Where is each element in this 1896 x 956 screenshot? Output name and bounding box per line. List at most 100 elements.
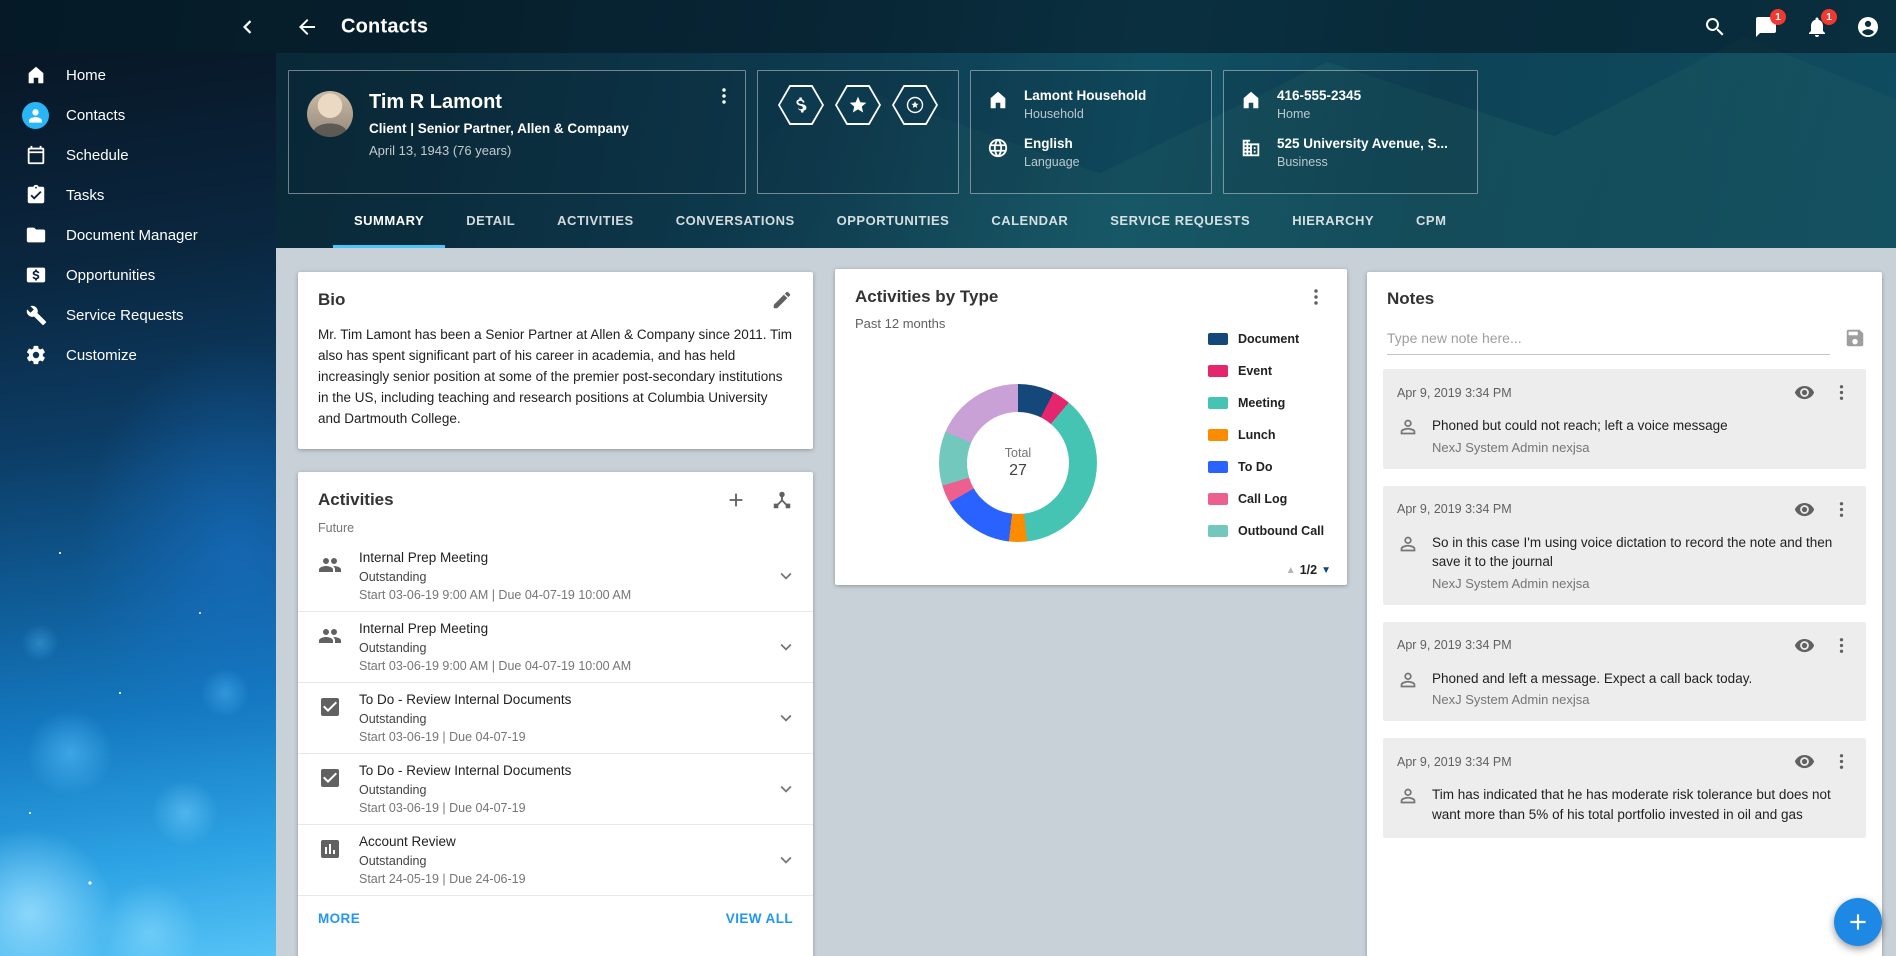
notes-title: Notes <box>1387 289 1862 309</box>
legend-item-meeting: Meeting <box>1208 387 1324 419</box>
sidebar-item-opportunities[interactable]: Opportunities <box>0 255 276 295</box>
activity-status: Outstanding <box>359 783 758 797</box>
view-note-button[interactable] <box>1794 635 1815 656</box>
activity-item[interactable]: Internal Prep Meeting Outstanding Start … <box>298 541 813 612</box>
activity-item[interactable]: Account Review Outstanding Start 24-05-1… <box>298 825 813 896</box>
sidebar-item-contacts[interactable]: Contacts <box>0 95 276 135</box>
tab-hierarchy[interactable]: HIERARCHY <box>1271 196 1395 248</box>
bio-title: Bio <box>318 290 747 310</box>
add-activity-button[interactable] <box>725 489 747 511</box>
search-button[interactable] <box>1703 15 1727 39</box>
language-label: Language <box>1024 155 1080 169</box>
sidebar-item-service-requests[interactable]: Service Requests <box>0 295 276 335</box>
new-note-input[interactable] <box>1387 321 1830 355</box>
tab-service-requests[interactable]: SERVICE REQUESTS <box>1089 196 1271 248</box>
expand-activity-button[interactable] <box>775 849 797 871</box>
activity-item[interactable]: To Do - Review Internal Documents Outsta… <box>298 754 813 825</box>
notes-list: Apr 9, 2019 3:34 PM Phoned but could not… <box>1367 369 1882 838</box>
search-icon <box>1703 15 1727 39</box>
contact-header: Tim R Lamont Client | Senior Partner, Al… <box>288 70 1478 194</box>
tab-summary[interactable]: SUMMARY <box>333 196 445 248</box>
activity-item[interactable]: To Do - Review Internal Documents Outsta… <box>298 683 813 754</box>
note-timestamp: Apr 9, 2019 3:34 PM <box>1397 755 1794 769</box>
plus-icon <box>1845 909 1871 935</box>
note-menu-button[interactable] <box>1831 635 1852 656</box>
note-menu-button[interactable] <box>1831 499 1852 520</box>
save-note-button[interactable] <box>1844 327 1866 349</box>
edit-bio-button[interactable] <box>771 289 793 311</box>
expand-activity-button[interactable] <box>775 778 797 800</box>
legend-item-lunch: Lunch <box>1208 419 1324 451</box>
household-card: Lamont Household Household English Langu… <box>970 70 1212 194</box>
legend-swatch <box>1208 525 1228 537</box>
view-note-button[interactable] <box>1794 382 1815 403</box>
contact-name: Tim R Lamont <box>369 91 629 114</box>
language-row[interactable]: English Language <box>987 136 1195 169</box>
tab-calendar[interactable]: CALENDAR <box>970 196 1089 248</box>
tab-conversations[interactable]: CONVERSATIONS <box>655 196 816 248</box>
expand-activity-button[interactable] <box>775 565 797 587</box>
sidebar-item-label: Opportunities <box>66 267 155 284</box>
sidebar-item-document-manager[interactable]: Document Manager <box>0 215 276 255</box>
activities-list: Internal Prep Meeting Outstanding Start … <box>298 541 813 896</box>
activity-title: Internal Prep Meeting <box>359 621 758 636</box>
notifications-badge: 1 <box>1821 9 1837 25</box>
legend-page-down-button[interactable]: ▼ <box>1321 565 1331 576</box>
tab-activities[interactable]: ACTIVITIES <box>536 196 655 248</box>
contact-birthdate: April 13, 1943 (76 years) <box>369 143 629 158</box>
household-row[interactable]: Lamont Household Household <box>987 88 1195 121</box>
donut-center: Total 27 <box>967 412 1069 514</box>
sidebar-collapse-button[interactable] <box>235 15 259 39</box>
view-note-button[interactable] <box>1794 751 1815 772</box>
legend-page-up-button[interactable]: ▲ <box>1286 565 1296 576</box>
sidebar-item-label: Schedule <box>66 147 129 164</box>
activity-dates: Start 03-06-19 | Due 04-07-19 <box>359 730 758 744</box>
app-bar: Contacts 1 1 <box>0 0 1896 53</box>
note-menu-button[interactable] <box>1831 751 1852 772</box>
tab-detail[interactable]: DETAIL <box>445 196 536 248</box>
expand-activity-button[interactable] <box>775 707 797 729</box>
money-badge <box>778 85 824 125</box>
chart-menu-button[interactable] <box>1305 286 1327 308</box>
tab-opportunities[interactable]: OPPORTUNITIES <box>816 196 971 248</box>
view-all-button[interactable]: VIEW ALL <box>726 911 793 926</box>
profile-text: Tim R Lamont Client | Senior Partner, Al… <box>369 91 629 158</box>
expand-activity-button[interactable] <box>775 636 797 658</box>
sidebar-item-home[interactable]: Home <box>0 55 276 95</box>
activity-title: To Do - Review Internal Documents <box>359 763 758 778</box>
activity-status: Outstanding <box>359 854 758 868</box>
legend-item-document: Document <box>1208 323 1324 355</box>
add-button[interactable] <box>1834 898 1882 946</box>
sidebar-item-tasks[interactable]: Tasks <box>0 175 276 215</box>
activity-status: Outstanding <box>359 570 758 584</box>
sidebar-item-customize[interactable]: Customize <box>0 335 276 375</box>
note-text: Phoned but could not reach; left a voice… <box>1432 416 1728 436</box>
legend-pagination: ▲ 1/2 ▼ <box>1286 563 1331 577</box>
notifications-button[interactable]: 1 <box>1805 15 1829 39</box>
activity-item[interactable]: Internal Prep Meeting Outstanding Start … <box>298 612 813 683</box>
profile-menu-button[interactable] <box>713 85 735 107</box>
donut-chart: Total 27 <box>939 384 1097 542</box>
address-row[interactable]: 525 University Avenue, S... Business <box>1240 136 1461 169</box>
sidebar-item-label: Tasks <box>66 187 104 204</box>
contact-info-card: 416-555-2345 Home 525 University Avenue,… <box>1223 70 1478 194</box>
sidebar-item-label: Document Manager <box>66 227 198 244</box>
tab-cpm[interactable]: CPM <box>1395 196 1467 248</box>
chart-title: Activities by Type <box>855 287 1281 307</box>
sidebar-item-schedule[interactable]: Schedule <box>0 135 276 175</box>
account-button[interactable] <box>1856 15 1880 39</box>
back-button[interactable] <box>295 15 319 39</box>
legend-label: Meeting <box>1238 396 1285 410</box>
activity-dates: Start 03-06-19 | Due 04-07-19 <box>359 801 758 815</box>
note-menu-button[interactable] <box>1831 382 1852 403</box>
star-circle-badge <box>892 85 938 125</box>
address-value: 525 University Avenue, S... <box>1277 136 1448 151</box>
hierarchy-view-button[interactable] <box>771 489 793 511</box>
more-button[interactable]: MORE <box>318 911 360 926</box>
sidebar: HomeContacts Schedule Tasks Document Manage… <box>0 53 276 956</box>
donut-total-label: Total <box>1005 446 1031 460</box>
phone-row[interactable]: 416-555-2345 Home <box>1240 88 1461 121</box>
messages-button[interactable]: 1 <box>1754 15 1778 39</box>
legend-item-call-log: Call Log <box>1208 483 1324 515</box>
view-note-button[interactable] <box>1794 499 1815 520</box>
